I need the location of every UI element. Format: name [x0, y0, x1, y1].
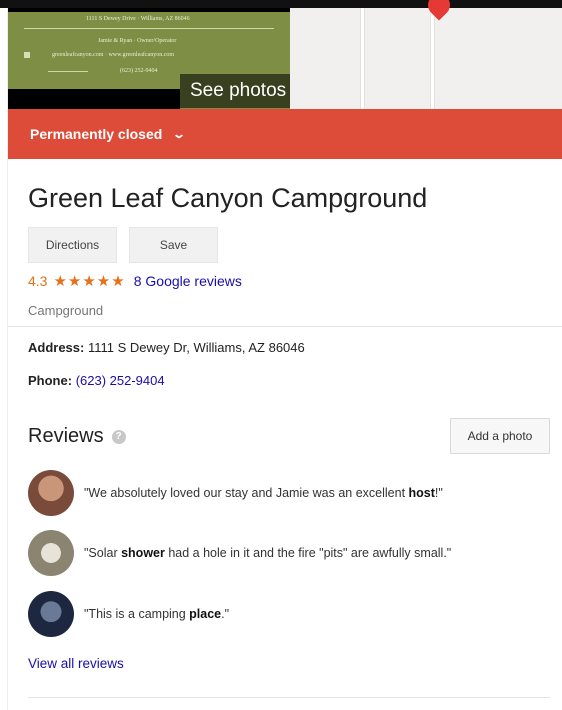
rating-value: 4.3: [28, 273, 48, 289]
reviews-title: Reviews: [28, 425, 104, 447]
review-text: "We absolutely loved our stay and Jamie …: [84, 486, 443, 500]
photo-text-line: greenleafcanyon.com · www.greenleafcanyo…: [52, 52, 175, 58]
divider: [28, 697, 550, 698]
photo-rule: [24, 28, 274, 29]
review-text: "Solar shower had a hole in it and the f…: [84, 546, 452, 560]
help-icon[interactable]: ?: [111, 429, 126, 444]
photo-rule: [48, 71, 88, 72]
place-photo[interactable]: 1111 S Dewey Drive · Williams, AZ 86046 …: [8, 8, 290, 109]
review-snippet[interactable]: "We absolutely loved our stay and Jamie …: [28, 470, 443, 516]
view-all-reviews-link[interactable]: View all reviews: [28, 656, 124, 671]
photo-top-bar: [8, 8, 290, 12]
see-photos-button[interactable]: See photos: [180, 74, 290, 108]
permanently-closed-banner[interactable]: Permanently closed ⌄: [8, 109, 562, 159]
review-snippet[interactable]: "This is a camping place.": [28, 591, 229, 637]
map-thumbnail[interactable]: [290, 0, 562, 109]
place-title: Green Leaf Canyon Campground: [28, 183, 428, 213]
reviews-heading: Reviews ?: [28, 425, 126, 448]
directions-button[interactable]: Directions: [28, 227, 117, 263]
review-snippet[interactable]: "Solar shower had a hole in it and the f…: [28, 530, 451, 576]
map-road: [360, 8, 365, 109]
map-road: [430, 8, 435, 109]
phone-row: Phone: (623) 252-9404: [28, 373, 165, 388]
address-label: Address:: [28, 340, 85, 355]
hero-media: 1111 S Dewey Drive · Williams, AZ 86046 …: [8, 0, 562, 109]
reviewer-avatar: [28, 591, 74, 637]
rating-row: 4.3 ★★★★★ 8 Google reviews: [28, 272, 242, 290]
photo-text-line: (623) 252-9404: [120, 68, 158, 74]
closed-label: Permanently closed: [30, 126, 163, 142]
add-photo-button[interactable]: Add a photo: [450, 418, 550, 454]
chevron-down-icon: ⌄: [172, 127, 187, 141]
review-text: "This is a camping place.": [84, 607, 230, 621]
phone-link[interactable]: (623) 252-9404: [76, 373, 165, 388]
map-pin-icon: [423, 0, 455, 21]
place-category: Campground: [28, 303, 104, 318]
phone-label: Phone:: [28, 373, 73, 388]
photo-mark: [24, 52, 30, 58]
left-edge: [0, 8, 8, 710]
address-row: Address: 1111 S Dewey Dr, Williams, AZ 8…: [28, 340, 305, 355]
star-rating-icon: ★★★★★: [53, 273, 126, 290]
divider: [8, 326, 562, 327]
reviewer-avatar: [28, 470, 74, 516]
google-reviews-link[interactable]: 8 Google reviews: [134, 273, 242, 289]
top-strip: [0, 0, 562, 8]
photo-bottom-bar: [8, 89, 180, 109]
address-value: 1111 S Dewey Dr, Williams, AZ 86046: [87, 340, 305, 355]
photo-text-line: 1111 S Dewey Drive · Williams, AZ 86046: [86, 16, 190, 22]
save-button[interactable]: Save: [129, 227, 218, 263]
reviewer-avatar: [28, 530, 74, 576]
photo-text-line: Jamie & Ryan · Owner/Operator: [98, 38, 177, 44]
